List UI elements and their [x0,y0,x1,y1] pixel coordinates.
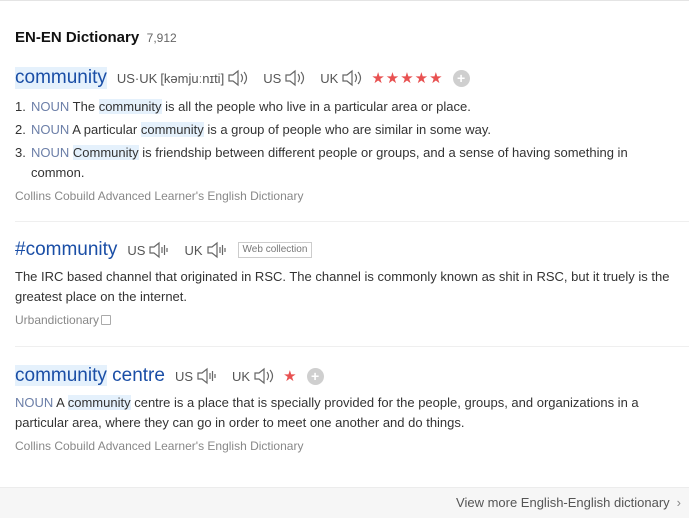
speaker-wave-icon[interactable] [206,241,228,259]
definition-post: is a group of people who are similar in … [203,122,492,137]
headword-rest: centre [106,365,165,386]
result-count: 7,912 [146,31,177,45]
plus-icon[interactable]: + [306,367,324,385]
pron-label: UK [232,368,251,384]
pronunciation-us: US [175,367,218,385]
entry-community-centre: community centre US UK ★ + NOUN A commun… [15,364,689,453]
frequency-stars: ★ [283,368,298,385]
view-more-link[interactable]: View more English-English dictionary › [456,495,681,510]
keyword-link[interactable]: community [98,99,162,114]
pron-label: US [263,70,282,86]
entry-text: NOUN A community centre is a place that … [15,393,685,433]
view-more-label: View more English-English dictionary [456,495,670,510]
phonetic: [kəmjuːnɪti] [160,70,225,86]
pron-label: US·UK [116,70,158,86]
speaker-icon[interactable] [253,367,275,385]
speaker-wave-icon[interactable] [196,367,218,385]
speaker-icon[interactable] [341,69,363,87]
part-of-speech: NOUN [31,122,70,137]
pron-label: UK [184,242,203,258]
entry-headline: community centre US UK ★ + [15,364,689,388]
pronunciation-usuk: US·UK [kəmjuːnɪti] [117,69,249,87]
keyword-link[interactable]: community [67,395,131,410]
definition-number: 2. [15,122,26,137]
definition-text: NOUN Community is friendship between dif… [31,143,681,183]
top-divider [0,0,689,1]
entry-text: The IRC based channel that originated in… [15,269,670,304]
pron-label: US [174,368,194,384]
keyword-link[interactable]: Community [72,145,139,160]
pron-label: UK [320,70,339,86]
footer-bar: View more English-English dictionary › [0,487,689,518]
headword-link[interactable]: #community [15,239,117,261]
source-label: Collins Cobuild Advanced Learner's Engli… [15,189,304,203]
pronunciation-uk: UK [184,241,227,259]
source-row: Urbandictionary [15,313,689,327]
entry-hashtag-community: #community US UK Web collection The IRC … [15,238,689,327]
definition-post: is all the people who live in a particul… [161,99,471,114]
web-collection-tag: Web collection [237,242,313,258]
dictionary-header: EN-EN Dictionary 7,912 [15,29,177,47]
source-label: Urbandictionary [15,313,100,327]
definition-item: 3. NOUN Community is friendship between … [15,143,689,183]
definition-text: NOUN The community is all the people who… [31,97,681,117]
pron-label: US [127,242,146,258]
definition-pre: The [72,99,99,114]
keyword-link[interactable]: community [140,122,204,137]
part-of-speech: NOUN [15,395,54,410]
source-label: Collins Cobuild Advanced Learner's Engli… [15,439,304,453]
definition-item: 2. NOUN A particular community is a grou… [15,120,689,140]
definition-number: 1. [15,99,26,114]
speaker-wave-icon[interactable] [148,241,170,259]
part-of-speech: NOUN [31,99,70,114]
definition-text: NOUN A particular community is a group o… [31,120,681,140]
plus-icon[interactable]: + [452,69,470,87]
definition-pre: A particular [72,122,141,137]
pronunciation-uk: UK [232,367,275,385]
headword-link[interactable]: community [15,67,107,89]
pronunciation-us: US [127,241,170,259]
dictionary-title: EN-EN Dictionary [15,29,140,46]
headword-link[interactable]: community centre [15,365,165,387]
entry-headline: #community US UK Web collection [15,238,689,262]
definition-pre: A [53,395,68,410]
pronunciation-uk: UK [320,69,363,87]
entry-divider [15,221,689,222]
part-of-speech: NOUN [31,145,70,160]
entry-divider [15,346,689,347]
headword-keyword: community [15,365,107,386]
speaker-icon[interactable] [284,69,306,87]
chevron-right-icon: › [676,495,681,510]
entry-headline: community US·UK [kəmjuːnɪti] US UK ★★★★★… [15,66,689,90]
copy-icon[interactable] [101,315,112,325]
definition-item: 1. NOUN The community is all the people … [15,97,689,117]
speaker-icon[interactable] [227,69,249,87]
entry-community: community US·UK [kəmjuːnɪti] US UK ★★★★★… [15,66,689,203]
definition-number: 3. [15,145,26,160]
frequency-stars: ★★★★★ [371,70,444,87]
pronunciation-us: US [263,69,306,87]
definition-list: 1. NOUN The community is all the people … [15,97,689,183]
